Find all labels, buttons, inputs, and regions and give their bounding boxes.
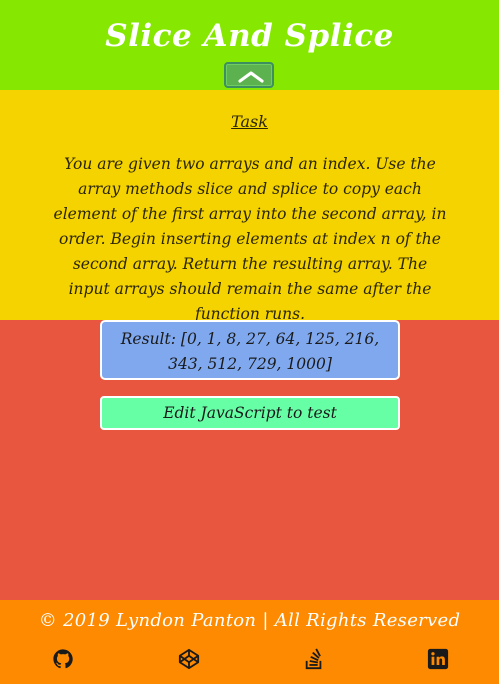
footer: © 2019 Lyndon Panton | All Rights Reserv… [0,600,499,684]
chevron-up-icon [238,71,264,83]
task-section: Task You are given two arrays and an ind… [0,90,499,323]
linkedin-icon [427,648,449,670]
codepen-link[interactable] [178,648,200,670]
stackoverflow-link[interactable] [303,648,325,670]
github-link[interactable] [52,648,74,670]
page-title: Slice And Splice [105,18,394,54]
result-value: [0, 1, 8, 27, 64, 125, 216, 343, 512, 72… [168,330,380,373]
result-box: Result: [0, 1, 8, 27, 64, 125, 216, 343,… [100,320,400,380]
task-description: You are given two arrays and an index. U… [53,155,447,323]
header: Slice And Splice [0,0,499,90]
stackoverflow-icon [305,648,322,670]
copyright-text: © 2019 Lyndon Panton | All Rights Reserv… [38,610,461,631]
task-heading: Task [231,112,268,131]
collapse-button[interactable] [224,62,274,88]
github-icon [53,649,73,669]
linkedin-link[interactable] [427,648,449,670]
page: Slice And Splice Task You are given two … [0,0,499,684]
result-label: Result: [120,330,176,348]
codepen-icon [178,648,200,670]
edit-javascript-button[interactable]: Edit JavaScript to test [100,396,400,430]
